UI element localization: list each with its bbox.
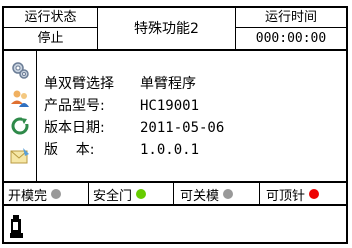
status-bar-top (4, 181, 346, 183)
status-divider (88, 183, 89, 204)
status-item-mold-close-allowed: 可关模 (180, 185, 234, 204)
info-row: 单双臂选择 单臂程序 (44, 77, 196, 91)
status-indicator (223, 189, 234, 199)
status-divider (259, 183, 260, 204)
robot-icon[interactable] (10, 215, 24, 239)
refresh-icon[interactable] (10, 116, 30, 136)
info-label: 产品型号: (44, 98, 105, 114)
status-indicator (51, 189, 62, 199)
info-value: 单臂程序 (140, 76, 196, 92)
status-label: 可顶针 (266, 188, 306, 204)
page-title: 特殊功能2 (134, 20, 199, 37)
info-row: 版 本: 1.0.0.1 (44, 143, 199, 157)
envelope-icon[interactable] (10, 146, 30, 166)
status-label: 开模完 (8, 188, 48, 204)
run-state-label: 运行状态 (24, 10, 77, 25)
status-divider (173, 183, 174, 204)
status-indicator (136, 189, 147, 199)
info-label: 单双臂选择 (44, 76, 114, 92)
status-label: 可关模 (180, 188, 220, 204)
info-value: 1.0.0.1 (140, 142, 200, 158)
users-icon[interactable] (10, 88, 30, 108)
info-label: 版本日期: (44, 120, 105, 136)
status-item-ejector-allowed: 可顶针 (266, 185, 320, 204)
status-item-mold-open-done: 开模完 (8, 185, 62, 204)
run-time-value: 000:00:00 (255, 31, 327, 46)
info-value: 2011-05-06 (140, 120, 225, 136)
info-value: HC19001 (140, 98, 200, 114)
status-bar-bottom (4, 204, 346, 206)
header-bottom-border (4, 49, 346, 51)
status-item-safety-door: 安全门 (93, 185, 147, 204)
info-row: 产品型号: HC19001 (44, 99, 199, 113)
sidebar-divider (36, 51, 37, 181)
gears-icon[interactable] (10, 60, 30, 80)
run-time-label: 运行时间 (264, 10, 317, 25)
status-label: 安全门 (93, 188, 133, 204)
info-row: 版本日期: 2011-05-06 (44, 121, 224, 135)
info-label: 版 本: (44, 142, 95, 158)
run-state-value: 停止 (37, 31, 64, 46)
status-indicator (309, 189, 320, 199)
